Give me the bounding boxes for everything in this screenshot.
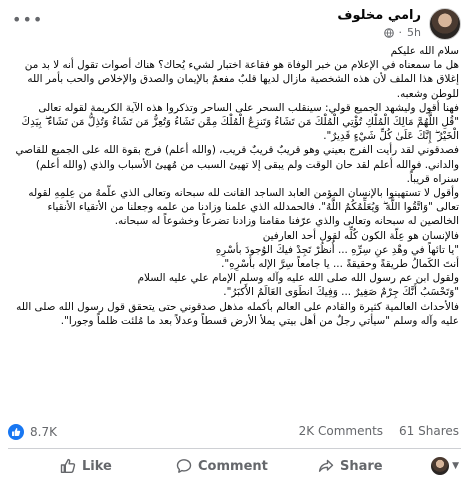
- post-time[interactable]: 5h: [407, 26, 421, 39]
- avatar[interactable]: [429, 8, 461, 40]
- post-paragraph: ولقول ابن عم رسول الله صلى الله عليه وآل…: [137, 272, 459, 285]
- engagement-counts: 2K Comments 61 Shares: [299, 424, 459, 438]
- globe-icon: [383, 27, 394, 38]
- post-paragraph: فالأحداث العالمية كثيرة والقادم على العا…: [16, 300, 459, 327]
- action-bar: Like Comment Share ▼: [0, 452, 469, 480]
- reactions-summary[interactable]: 8.7K: [8, 424, 57, 440]
- post-paragraph: أنتَ الكَمالُ طريقةً وحقيقةً ... يا جامع…: [221, 258, 459, 271]
- comment-button[interactable]: Comment: [176, 458, 268, 474]
- post-paragraph: وأقول لا تستهينوا بالإنسان المؤمن العابد…: [28, 187, 459, 228]
- post-meta: · 5h: [383, 26, 421, 39]
- avatar: [431, 457, 450, 475]
- post-paragraph: "قُلِ اللَّهُمَّ مَالِكَ الْمُلْكِ تُؤْت…: [21, 116, 459, 143]
- post-header: ••• رامي مخلوف · 5h: [8, 6, 461, 42]
- divider: [8, 448, 461, 449]
- post-paragraph: سلام الله عليكم: [390, 45, 459, 57]
- post-stats: 8.7K 2K Comments 61 Shares: [8, 424, 459, 444]
- post-paragraph: فهنا أقول وليشهد الجميع قولي: سينقلب الس…: [38, 101, 459, 114]
- reaction-count[interactable]: 8.7K: [30, 425, 57, 439]
- profile-switcher[interactable]: ▼: [431, 457, 459, 475]
- post-paragraph: "يا تائهاً في وهْدِ عنِ سِرِّهِ ... أُنظ…: [215, 243, 459, 256]
- share-label: Share: [340, 458, 383, 474]
- share-button[interactable]: Share: [318, 458, 383, 474]
- comment-icon: [176, 459, 192, 473]
- author-name[interactable]: رامي مخلوف: [337, 8, 421, 23]
- post-paragraph: "وَتَحْسَبُ أَنَّكَ جِرْمٌ صَغِيرٌ ... و…: [223, 286, 459, 299]
- comment-count[interactable]: 2K Comments: [299, 424, 383, 438]
- like-reaction-icon: [8, 424, 24, 440]
- like-button[interactable]: Like: [60, 458, 112, 474]
- like-icon: [60, 458, 76, 473]
- dot-separator: ·: [398, 26, 403, 39]
- more-options-icon[interactable]: •••: [12, 12, 43, 28]
- share-icon: [318, 459, 334, 472]
- post-paragraph: فالإنسان هو عِلّة الكون كُلِّه لقول أحد …: [262, 229, 459, 242]
- comment-label: Comment: [198, 458, 268, 474]
- like-label: Like: [82, 458, 112, 474]
- post-text: سلام الله عليكم هل ما سمعناه في الإعلام …: [8, 44, 459, 328]
- chevron-down-icon: ▼: [452, 461, 459, 471]
- post-paragraph: فصدقوني لقد رأيت الفرج بعيني وهو قريبٌ ق…: [15, 144, 459, 185]
- post-card: ••• رامي مخلوف · 5h سلام الله عليكم هل م…: [0, 0, 469, 482]
- share-count[interactable]: 61 Shares: [399, 424, 459, 438]
- post-paragraph: هل ما سمعناه في الإعلام من خبر الوفاة هو…: [24, 59, 459, 100]
